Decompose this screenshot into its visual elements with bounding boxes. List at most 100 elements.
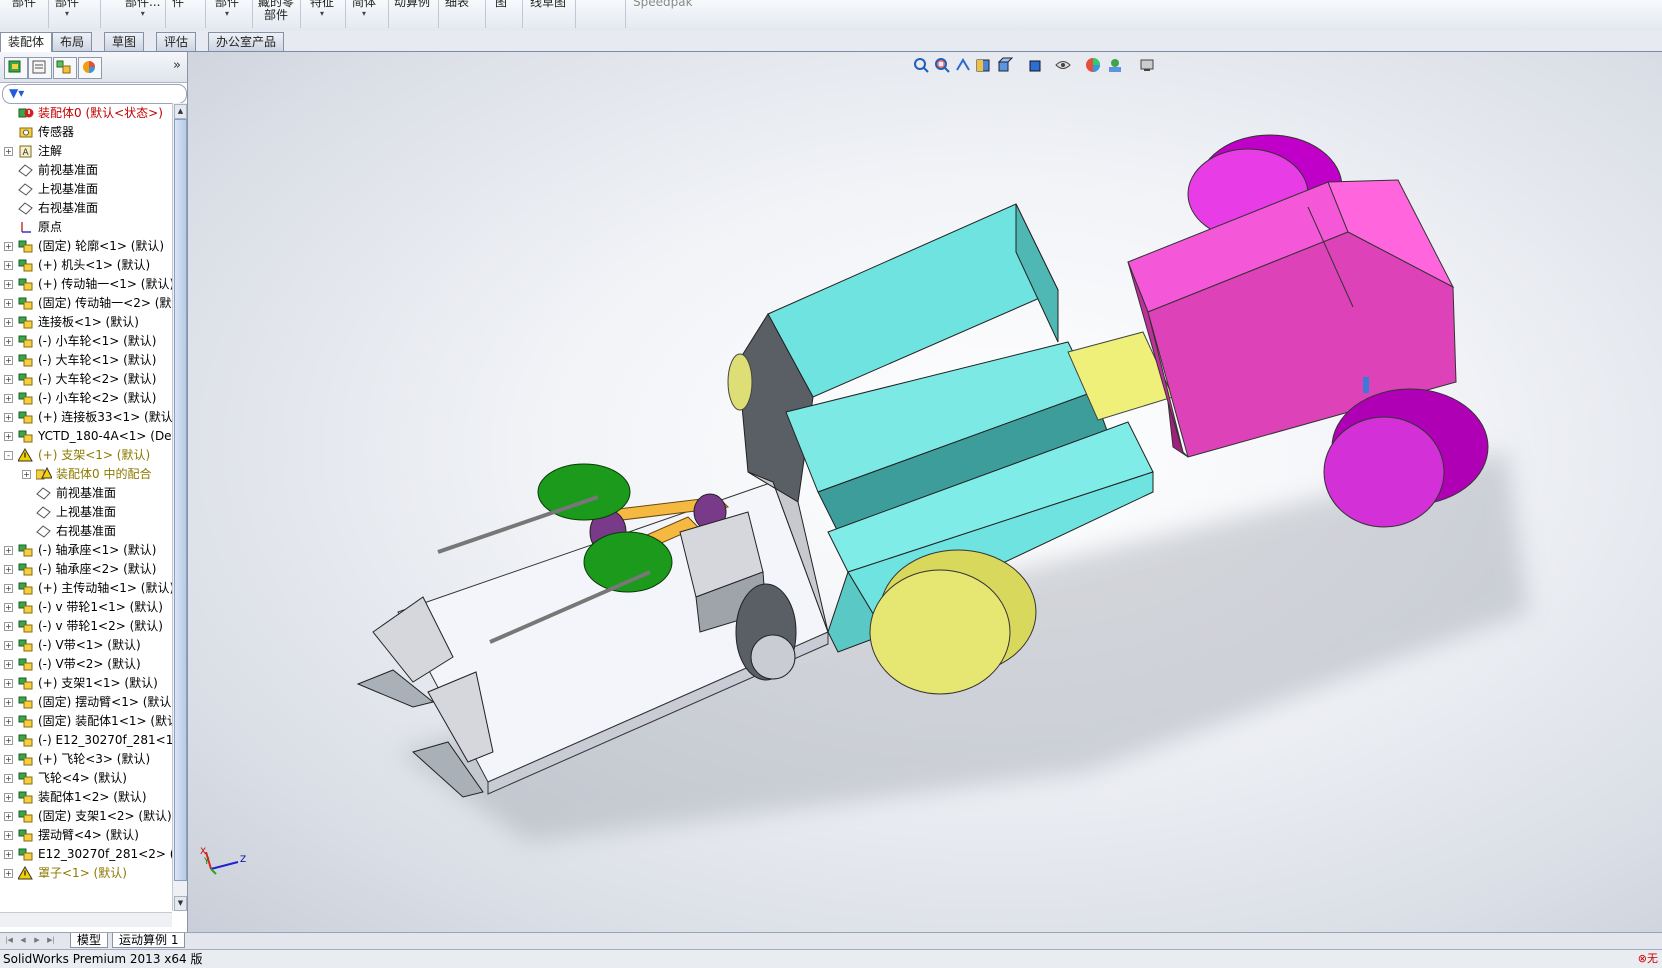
expand-icon[interactable]: + — [4, 546, 13, 555]
assembly-model[interactable] — [188, 52, 1662, 932]
command-ribbon: 部件 部件 ▾ 部件... ▾ 件 部件 ▾ 藏的零 部件 特征 ▾ 简体 ▾ 动算例 细表 图 线草图 Speed… — [0, 0, 1662, 32]
expand-icon[interactable]: + — [22, 470, 31, 479]
subassembly-icon — [18, 410, 33, 424]
expand-icon[interactable]: + — [4, 147, 13, 156]
expand-icon[interactable]: + — [4, 641, 13, 650]
apply-scene-icon[interactable] — [1107, 57, 1123, 73]
command-tab-0[interactable]: 装配体 — [0, 32, 53, 52]
last-tab-icon[interactable]: ▶| — [46, 935, 56, 945]
expand-icon[interactable]: + — [4, 584, 13, 593]
ribbon-button-label: 件 — [172, 0, 185, 9]
ribbon-button-5[interactable]: 藏的零 部件 — [258, 0, 294, 22]
ribbon-button-7[interactable]: 简体 ▾ — [352, 0, 376, 18]
expand-icon[interactable]: + — [4, 774, 13, 783]
subassembly-icon — [18, 296, 33, 310]
assembly-root-icon — [18, 106, 34, 120]
command-tab-3[interactable]: 评估 — [156, 32, 197, 51]
prev-tab-icon[interactable]: ◀ — [18, 935, 28, 945]
expand-panel-icon[interactable]: » — [173, 58, 181, 73]
tab-model[interactable]: 模型 — [70, 933, 109, 948]
zoom-to-area-icon[interactable] — [934, 57, 950, 73]
expand-icon[interactable]: + — [4, 375, 13, 384]
expand-icon[interactable]: + — [4, 793, 13, 802]
expand-icon[interactable]: + — [4, 679, 13, 688]
expand-icon[interactable]: + — [4, 698, 13, 707]
feature-tree-tab[interactable] — [4, 57, 28, 79]
graphics-area[interactable]: X Y Z — [188, 52, 1662, 932]
command-tab-2[interactable]: 草图 — [104, 32, 145, 51]
tree-horizontal-scrollbar[interactable] — [0, 912, 172, 927]
expand-icon[interactable]: + — [4, 603, 13, 612]
ribbon-button-6[interactable]: 特征 ▾ — [310, 0, 334, 18]
expand-icon[interactable]: + — [4, 622, 13, 631]
display-style-icon[interactable] — [1027, 57, 1043, 73]
display-manager-tab[interactable] — [78, 57, 102, 79]
property-manager-tab[interactable] — [28, 57, 52, 79]
scroll-thumb[interactable] — [174, 119, 187, 881]
ribbon-button-4[interactable]: 部件 ▾ — [215, 0, 239, 18]
view-orientation-icon[interactable] — [997, 57, 1013, 73]
expand-icon[interactable]: + — [4, 812, 13, 821]
expand-icon[interactable]: + — [4, 413, 13, 422]
hide-show-items-icon[interactable] — [1055, 57, 1071, 73]
expand-icon[interactable]: + — [4, 717, 13, 726]
subassembly-icon — [18, 771, 33, 785]
ribbon-button-3[interactable]: 件 — [172, 0, 184, 9]
command-tab-4[interactable]: 办公室产品 — [208, 32, 285, 51]
expand-icon[interactable]: + — [4, 850, 13, 859]
expand-icon[interactable]: + — [4, 565, 13, 574]
scroll-down-icon[interactable]: ▼ — [174, 896, 187, 911]
feature-tree-label: 右视基准面 — [38, 201, 99, 215]
ribbon-button-2[interactable]: 部件... ▾ — [125, 0, 160, 18]
view-settings-icon[interactable] — [1139, 57, 1155, 73]
subassembly-icon — [18, 790, 33, 804]
subassembly-icon — [18, 315, 33, 329]
expand-icon[interactable]: + — [4, 242, 13, 251]
expand-icon[interactable]: + — [4, 755, 13, 764]
property-manager-icon — [32, 60, 46, 74]
ribbon-button-label: 部件... — [125, 0, 161, 9]
tab-motion-study[interactable]: 运动算例 1 — [112, 933, 186, 948]
zoom-to-fit-icon[interactable] — [913, 57, 929, 73]
subassembly-icon — [18, 714, 33, 728]
expand-icon[interactable]: + — [4, 318, 13, 327]
expand-icon[interactable]: + — [4, 394, 13, 403]
expand-icon[interactable]: + — [4, 831, 13, 840]
ribbon-button-9[interactable]: 细表 — [445, 0, 469, 9]
next-tab-icon[interactable]: ▶ — [32, 935, 42, 945]
expand-icon[interactable]: + — [4, 660, 13, 669]
ribbon-separator — [438, 0, 439, 28]
ribbon-button-11[interactable]: 线草图 — [530, 0, 566, 9]
tree-vertical-scrollbar[interactable]: ▲ ▼ — [172, 103, 187, 911]
section-view-icon[interactable] — [975, 57, 991, 73]
collapse-icon[interactable]: - — [4, 451, 13, 460]
edit-appearance-icon[interactable] — [1085, 57, 1101, 73]
configuration-manager-tab[interactable] — [53, 57, 77, 79]
feature-tree-label: (-) 轴承座<1> (默认) — [38, 543, 157, 557]
ribbon-button-0[interactable]: 部件 — [12, 0, 36, 9]
expand-icon[interactable]: + — [4, 869, 13, 878]
tree-filter-field[interactable]: ▼▾ — [2, 84, 187, 104]
command-tab-1[interactable]: 布局 — [52, 32, 93, 51]
origin-icon — [18, 220, 33, 234]
expand-icon[interactable]: + — [4, 299, 13, 308]
previous-view-icon[interactable] — [955, 57, 971, 73]
ribbon-button-10[interactable]: 图 — [495, 0, 507, 9]
feature-tree-label: (-) 轴承座<2> (默认) — [38, 562, 157, 576]
ribbon-separator — [345, 0, 346, 28]
ribbon-button-1[interactable]: 部件 ▾ — [55, 0, 79, 18]
feature-tree-label: 上视基准面 — [56, 505, 117, 519]
expand-icon[interactable]: + — [4, 432, 13, 441]
expand-icon[interactable]: + — [4, 280, 13, 289]
plane-icon — [18, 201, 33, 215]
expand-icon[interactable]: + — [4, 337, 13, 346]
ribbon-button-12[interactable]: Speedpak — [633, 0, 693, 9]
expand-icon[interactable]: + — [4, 261, 13, 270]
subassembly-icon — [18, 733, 33, 747]
expand-icon[interactable]: + — [4, 736, 13, 745]
scroll-up-icon[interactable]: ▲ — [174, 104, 187, 119]
first-tab-icon[interactable]: |◀ — [4, 935, 14, 945]
ribbon-button-8[interactable]: 动算例 — [394, 0, 430, 9]
rebuild-error-indicator[interactable]: ⊗无 — [1638, 950, 1658, 968]
expand-icon[interactable]: + — [4, 356, 13, 365]
